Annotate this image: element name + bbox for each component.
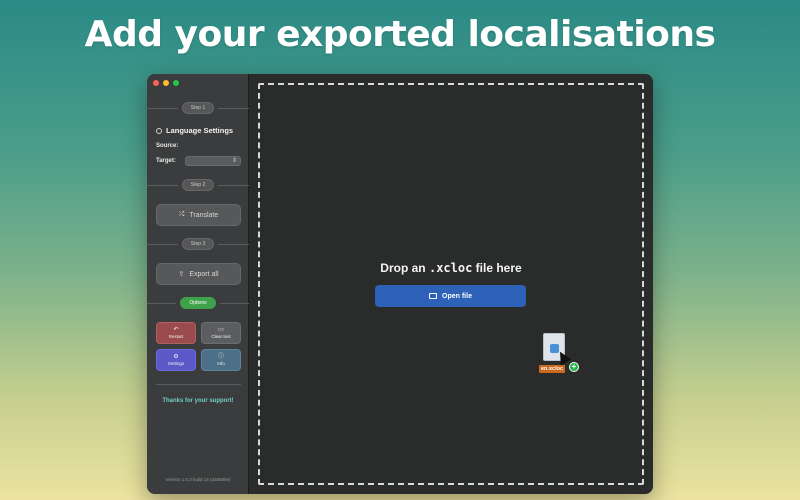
- step-3-pill: Step 3: [181, 238, 215, 250]
- target-label: Target:: [156, 158, 176, 164]
- settings-label: Settings: [167, 361, 185, 366]
- sidebar-divider: [156, 384, 241, 385]
- version-label: Version 1.0.2 build 14 (a28a80e): [165, 477, 231, 482]
- info-button[interactable]: ⓘ Info: [201, 349, 241, 371]
- support-link[interactable]: Thanks for your support!: [147, 398, 249, 404]
- target-language-select[interactable]: ⇕: [185, 156, 241, 166]
- drop-suffix: file here: [472, 261, 522, 275]
- main-area: Drop an .xcloc file here Open file en.xc…: [249, 74, 653, 494]
- step-3-divider: Step 3: [147, 238, 249, 250]
- options-divider: Options: [147, 297, 250, 309]
- step-1-pill: Step 1: [181, 102, 215, 114]
- zoom-window-button[interactable]: [173, 80, 179, 86]
- source-label: Source:: [156, 143, 179, 149]
- drop-prefix: Drop an: [380, 261, 429, 275]
- language-settings-heading: Language Settings: [156, 126, 233, 135]
- headline: Add your exported localisations: [84, 14, 716, 55]
- close-window-button[interactable]: [153, 80, 159, 86]
- language-settings-label: Language Settings: [166, 126, 234, 135]
- dragged-file: en.xcloc +: [539, 333, 583, 377]
- step-2-pill: Step 2: [181, 179, 215, 191]
- step-1-divider: Step 1: [147, 102, 249, 114]
- file-dropzone[interactable]: [258, 83, 644, 485]
- translate-label: Translate: [189, 211, 219, 219]
- export-all-label: Export all: [189, 270, 219, 278]
- translate-button[interactable]: ⤮ Translate: [156, 204, 241, 226]
- options-pill: Options: [180, 297, 216, 309]
- share-icon: ⇪: [178, 271, 185, 278]
- settings-button[interactable]: ⚙ Settings: [156, 349, 196, 371]
- window-controls: [153, 80, 179, 86]
- info-icon: ⓘ: [217, 354, 224, 360]
- shuffle-icon: ⤮: [178, 211, 185, 218]
- restart-button[interactable]: ↶ Restart: [156, 322, 196, 344]
- trash-icon: ▭: [218, 327, 224, 333]
- chevron-updown-icon: ⇕: [231, 158, 237, 164]
- gear-icon: ⚙: [173, 354, 179, 360]
- plus-icon: +: [569, 362, 579, 372]
- step-2-divider: Step 2: [147, 179, 249, 191]
- check-circle-icon: [156, 127, 162, 134]
- dragged-file-name: en.xcloc: [539, 365, 566, 373]
- sidebar: Step 1 Language Settings Source: Target:…: [147, 74, 250, 494]
- restart-label: Restart: [168, 334, 184, 339]
- drop-instruction: Drop an .xcloc file here: [249, 261, 653, 275]
- minimize-window-button[interactable]: [163, 80, 169, 86]
- info-label: Info: [217, 361, 225, 366]
- file-icon: [429, 293, 438, 299]
- open-file-label: Open file: [442, 292, 472, 300]
- open-file-button[interactable]: Open file: [375, 285, 526, 307]
- clear-text-button[interactable]: ▭ Clear text: [201, 322, 241, 344]
- app-window: Step 1 Language Settings Source: Target:…: [147, 74, 653, 494]
- undo-icon: ↶: [173, 327, 179, 333]
- drop-extension: .xcloc: [428, 261, 473, 275]
- export-all-button[interactable]: ⇪ Export all: [156, 263, 241, 285]
- clear-text-label: Clear text: [211, 334, 231, 339]
